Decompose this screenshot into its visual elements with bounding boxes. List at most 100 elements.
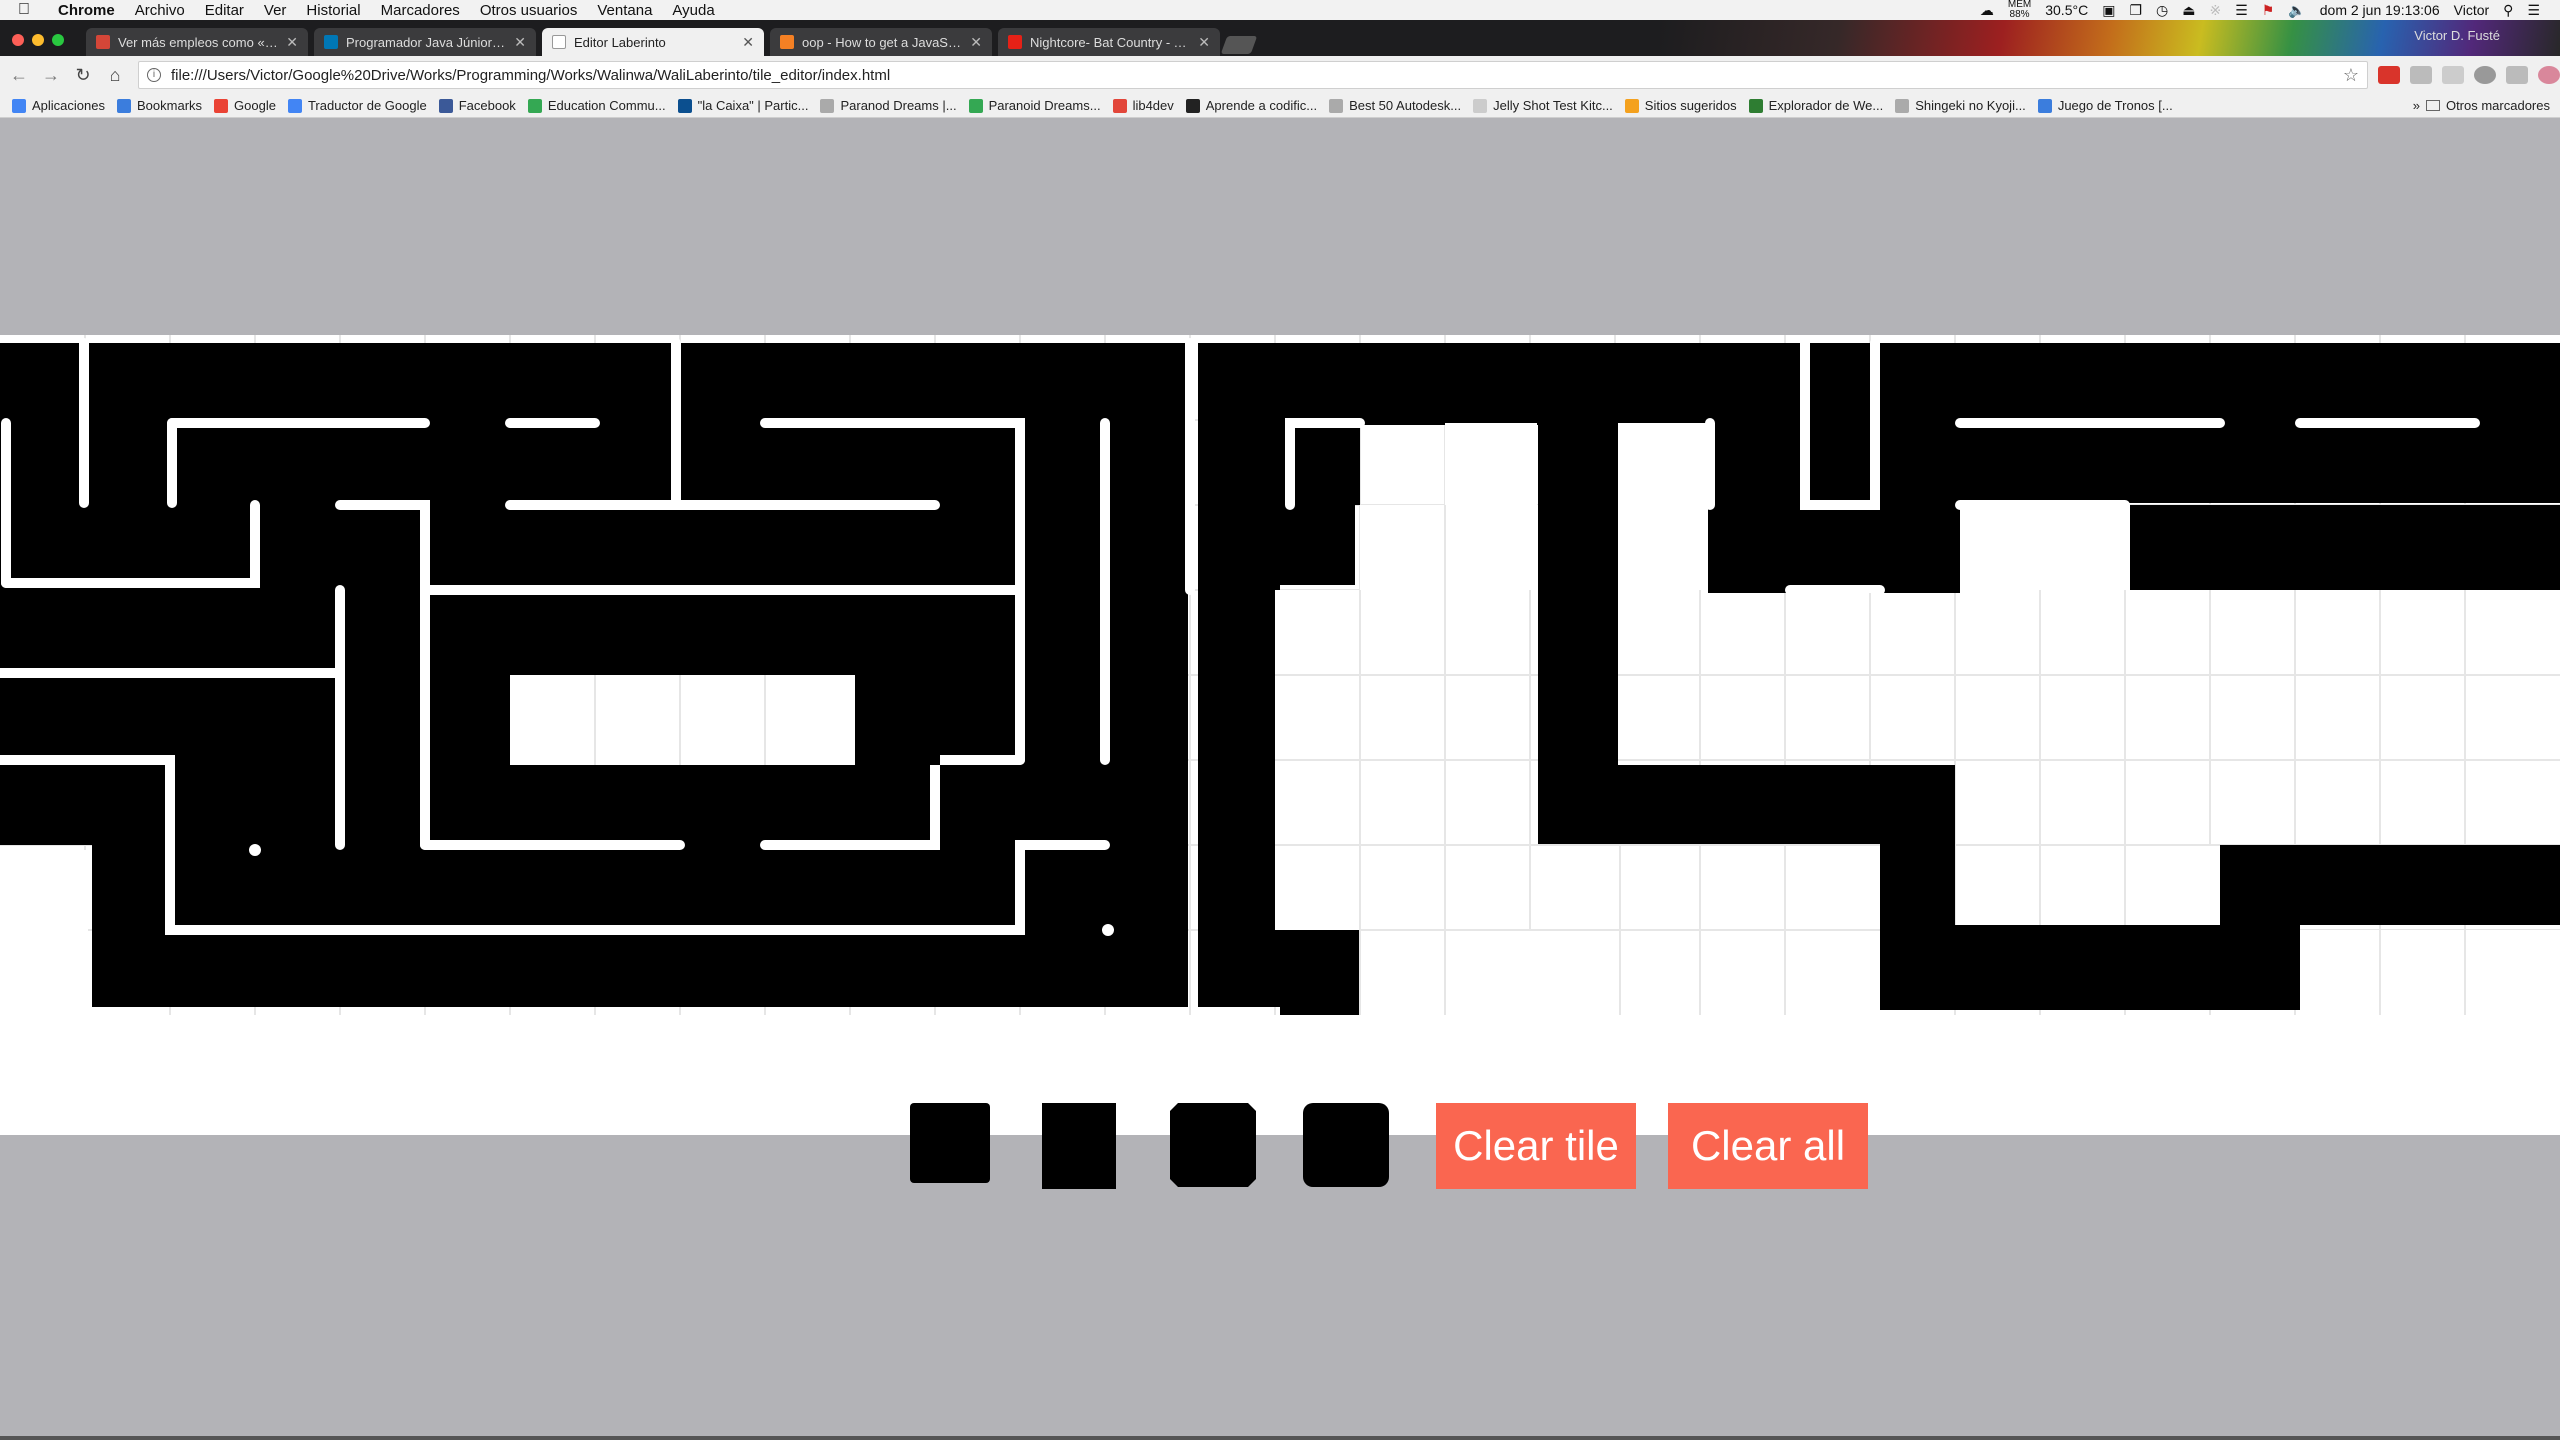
clear-tile-button[interactable]: Clear tile (1436, 1103, 1636, 1189)
reload-icon[interactable]: ↻ (70, 62, 96, 88)
url-text[interactable]: file:///Users/Victor/Google%20Drive/Work… (171, 67, 890, 84)
home-icon[interactable]: ⌂ (102, 62, 128, 88)
clear-all-button[interactable]: Clear all (1668, 1103, 1868, 1189)
close-tab-icon[interactable]: ✕ (280, 34, 298, 51)
bookmark-item[interactable]: lib4dev (1112, 98, 1174, 113)
bookmark-favicon-icon (1473, 98, 1488, 113)
other-bookmarks-label: Otros marcadores (2445, 98, 2550, 113)
extension-icon[interactable] (2410, 66, 2432, 84)
close-window-button[interactable] (12, 34, 24, 46)
forward-icon[interactable]: → (38, 62, 64, 88)
volume-icon[interactable]: 🔈 (2288, 2, 2305, 19)
user-menu[interactable]: Victor (2454, 2, 2490, 18)
wifi-icon[interactable]: ☰ (2235, 2, 2248, 19)
bookmark-star-icon[interactable]: ☆ (2343, 65, 2359, 86)
close-tab-icon[interactable]: ✕ (736, 34, 754, 51)
bluetooth-icon[interactable]: ※ (2209, 2, 2221, 19)
bookmark-item[interactable]: Traductor de Google (287, 98, 427, 113)
tile-swatch-notched[interactable] (1170, 1103, 1256, 1187)
tab-title: Editor Laberinto (574, 34, 666, 50)
spotlight-search-icon[interactable]: ⚲ (2503, 2, 2513, 19)
browser-tab[interactable]: Ver más empleos como «Java ✕ (86, 28, 308, 56)
browser-tab-active[interactable]: Editor Laberinto ✕ (542, 28, 764, 56)
close-tab-icon[interactable]: ✕ (508, 34, 526, 51)
monitor-icon[interactable]: ▣ (2102, 2, 2115, 19)
memory-indicator[interactable]: MEM 88% (2008, 0, 2031, 20)
profile-icon[interactable] (2538, 66, 2560, 84)
minimize-window-button[interactable] (32, 34, 44, 46)
clock-datetime[interactable]: dom 2 jun 19:13:06 (2320, 2, 2440, 18)
address-bar[interactable]: i file:///Users/Victor/Google%20Drive/Wo… (138, 61, 2368, 89)
memory-value: 88% (2009, 9, 2030, 20)
cast-icon[interactable] (2506, 66, 2528, 84)
menu-marcadores[interactable]: Marcadores (381, 2, 460, 19)
flag-icon[interactable]: ⚑ (2262, 2, 2275, 19)
bookmark-item[interactable]: Aprende a codific... (1185, 98, 1317, 113)
other-bookmarks-folder[interactable]: Otros marcadores (2425, 98, 2550, 113)
bookmark-label: Sitios sugeridos (1644, 98, 1737, 113)
bookmark-favicon-icon (1624, 98, 1639, 113)
zoom-window-button[interactable] (52, 34, 64, 46)
close-tab-icon[interactable]: ✕ (1192, 34, 1210, 51)
bookmark-item[interactable]: "la Caixa" | Partic... (677, 98, 809, 113)
status-area: ☁ MEM 88% 30.5°C ▣ ❐ ◷ ⏏ ※ ☰ ⚑ 🔈 dom 2 j… (1980, 0, 2560, 20)
bookmark-favicon-icon (1112, 98, 1127, 113)
menu-ayuda[interactable]: Ayuda (672, 2, 714, 19)
tile-swatch-rect[interactable] (1042, 1103, 1116, 1189)
menu-otros-usuarios[interactable]: Otros usuarios (480, 2, 578, 19)
maze-wall-region-left[interactable] (0, 338, 1195, 1015)
maze-canvas[interactable] (0, 335, 2560, 1015)
bookmark-item[interactable]: Sitios sugeridos (1624, 98, 1737, 113)
menu-archivo[interactable]: Archivo (135, 2, 185, 19)
bookmark-item[interactable]: Explorador de We... (1748, 98, 1883, 113)
window-icon[interactable]: ❐ (2129, 2, 2142, 19)
tile-swatch-square[interactable] (910, 1103, 990, 1183)
stackoverflow-icon (780, 35, 794, 49)
bookmark-favicon-icon (677, 98, 692, 113)
adblock-icon[interactable] (2378, 66, 2400, 84)
time-machine-icon[interactable]: ◷ (2156, 2, 2168, 19)
bookmark-label: "la Caixa" | Partic... (697, 98, 809, 113)
browser-tab[interactable]: Programador Java Júnior – Sa ✕ (314, 28, 536, 56)
menu-editar[interactable]: Editar (205, 2, 244, 19)
close-tab-icon[interactable]: ✕ (964, 34, 982, 51)
bookmark-item[interactable]: Paranod Dreams |... (820, 98, 957, 113)
bookmark-item[interactable]: Paranoid Dreams... (968, 98, 1101, 113)
bookmark-favicon-icon (527, 98, 542, 113)
profile-name[interactable]: Victor D. Fusté (2414, 28, 2500, 43)
bookmark-item[interactable]: Google (214, 98, 276, 113)
menu-ver[interactable]: Ver (264, 2, 287, 19)
browser-tab[interactable]: Nightcore- Bat Country - You ✕ (998, 28, 1220, 56)
new-tab-button[interactable] (1220, 36, 1258, 54)
bookmark-label: Bookmarks (137, 98, 203, 113)
info-icon[interactable]: i (147, 68, 161, 82)
menu-ventana[interactable]: Ventana (597, 2, 652, 19)
bookmark-item[interactable]: Best 50 Autodesk... (1329, 98, 1461, 113)
menu-historial[interactable]: Historial (306, 2, 360, 19)
back-icon[interactable]: ← (6, 62, 32, 88)
temperature-readout[interactable]: 30.5°C (2045, 2, 2088, 18)
drive-icon[interactable] (2474, 66, 2496, 84)
bookmark-item[interactable]: Jelly Shot Test Kitc... (1473, 98, 1613, 113)
bookmark-label: Paranoid Dreams... (988, 98, 1101, 113)
bookmark-item[interactable]: Facebook (438, 98, 516, 113)
bookmark-label: lib4dev (1132, 98, 1174, 113)
browser-tab[interactable]: oop - How to get a JavaScrip ✕ (770, 28, 992, 56)
bookmark-item[interactable]: Juego de Tronos [... (2037, 98, 2173, 113)
tile-swatch-rounded[interactable] (1303, 1103, 1389, 1187)
extension-icon[interactable] (2442, 66, 2464, 84)
bookmark-favicon-icon (968, 98, 983, 113)
notification-center-icon[interactable]: ☰ (2527, 2, 2540, 19)
maze-dot (249, 844, 261, 856)
bookmark-favicon-icon (287, 98, 302, 113)
eject-icon[interactable]: ⏏ (2182, 2, 2195, 19)
bookmark-label: Aplicaciones (32, 98, 105, 113)
cloud-icon[interactable]: ☁ (1980, 2, 1994, 19)
bookmark-item[interactable]: Aplicaciones (12, 98, 105, 113)
menu-app-chrome[interactable]: Chrome (58, 2, 115, 19)
more-bookmarks-chevron[interactable]: » (2413, 98, 2420, 113)
bookmark-item[interactable]: Shingeki no Kyoji... (1895, 98, 2026, 113)
apple-icon[interactable]:  (18, 2, 36, 18)
bookmark-item[interactable]: Bookmarks (117, 98, 202, 113)
bookmark-item[interactable]: Education Commu... (527, 98, 666, 113)
